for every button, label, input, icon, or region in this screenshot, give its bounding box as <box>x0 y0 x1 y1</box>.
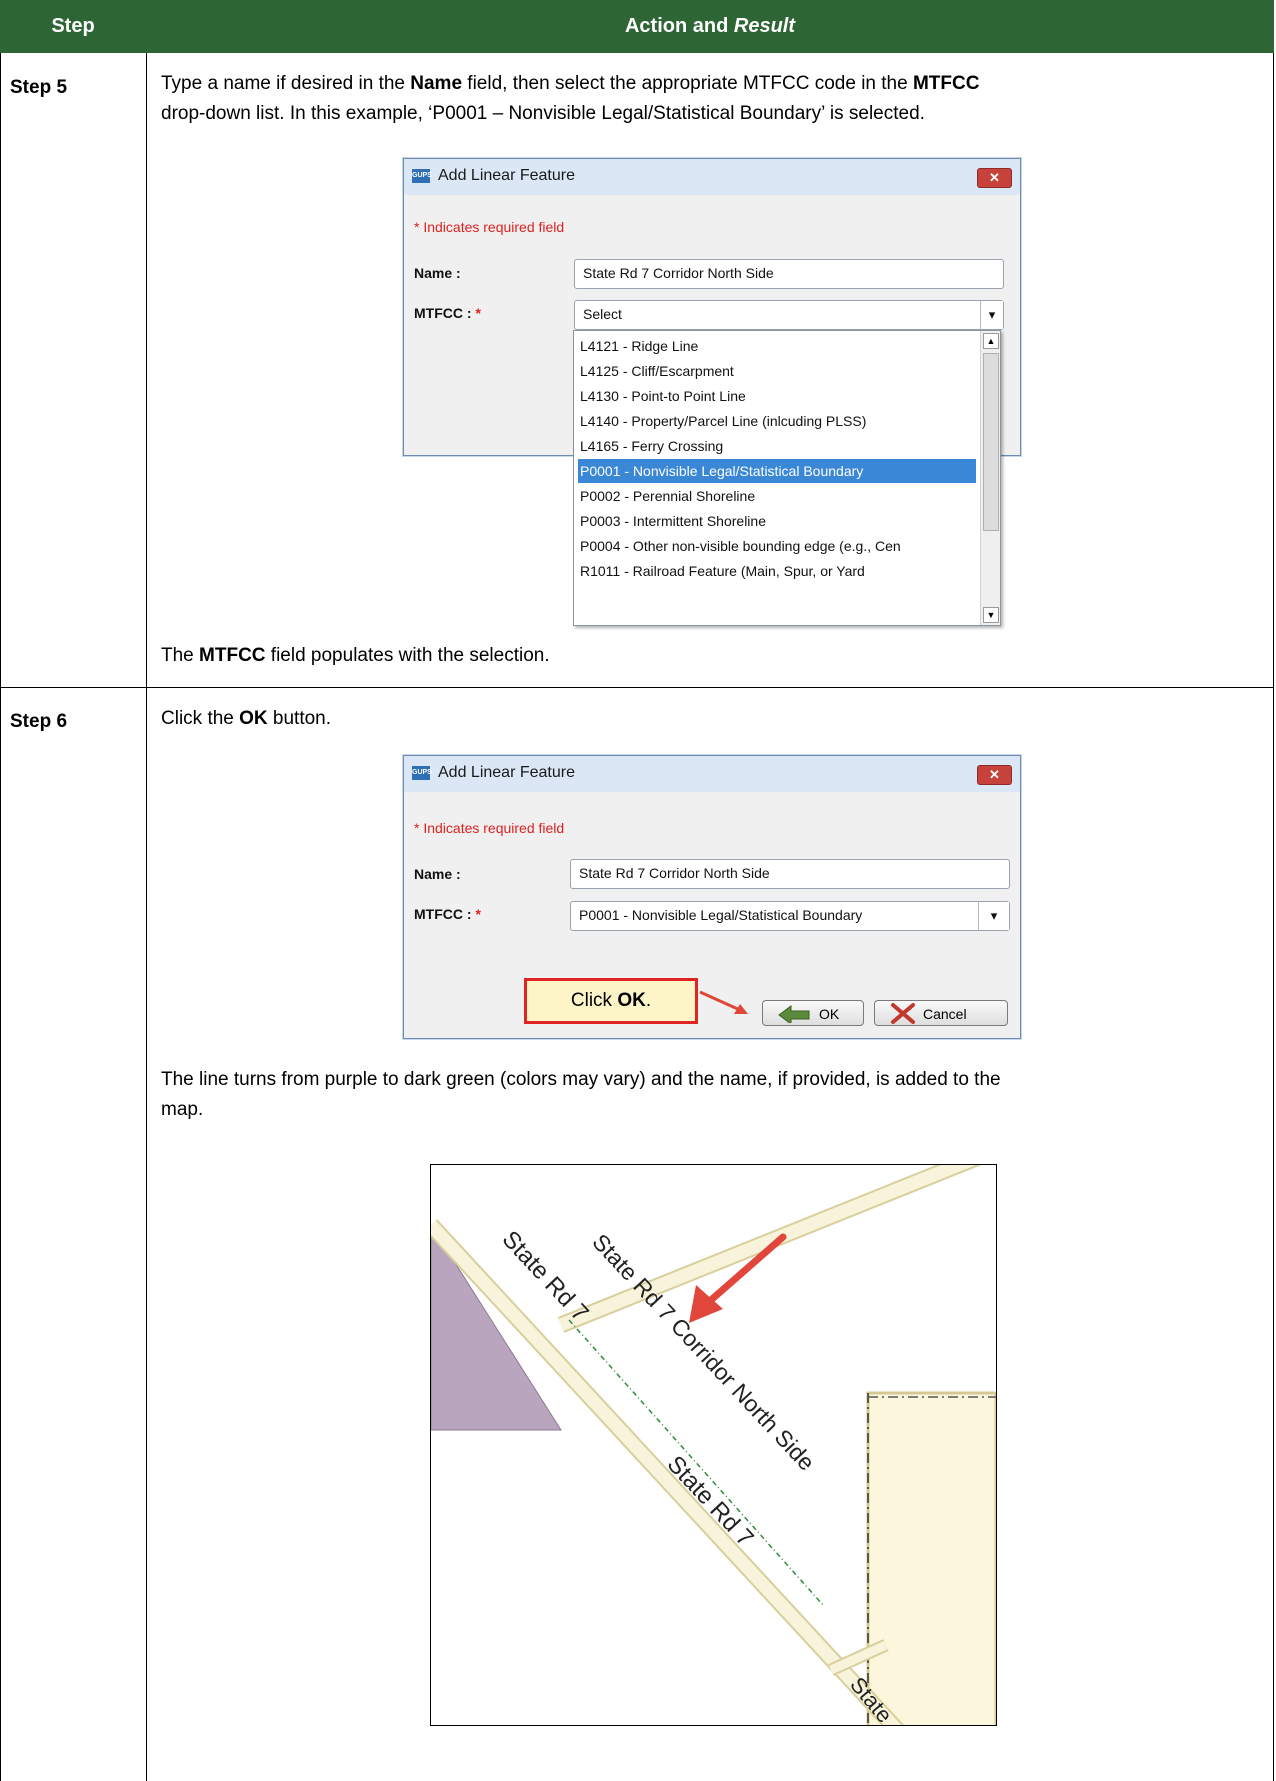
name-field[interactable]: State Rd 7 Corridor North Side <box>570 859 1010 889</box>
name-label: Name : <box>414 265 461 281</box>
column-divider <box>146 53 147 1781</box>
table-border-left <box>0 53 1 1781</box>
map-graphic: State Rd 7 State Rd 7 Corridor North Sid… <box>431 1165 996 1725</box>
step-table: Step Action and Result Step 5 Type a nam… <box>0 0 1274 1781</box>
cancel-x-icon <box>891 1003 915 1024</box>
mtfcc-label: MTFCC : * <box>414 305 481 321</box>
ok-arrow-icon <box>778 1005 810 1023</box>
header-step: Step <box>51 15 95 37</box>
dropdown-option[interactable]: L4165 - Ferry Crossing <box>578 434 976 458</box>
step-5-instructions: Type a name if desired in the Name field… <box>161 73 980 124</box>
dialog-title: Add Linear Feature <box>438 167 575 184</box>
dropdown-option[interactable]: L4140 - Property/Parcel Line (inlcuding … <box>578 409 976 433</box>
callout-arrow <box>699 990 748 1014</box>
add-linear-feature-dialog-2: GUPS Add Linear Feature ✕ * Indicates re… <box>403 755 1021 1039</box>
name-field[interactable]: State Rd 7 Corridor North Side <box>574 259 1004 289</box>
mtfcc-select[interactable]: P0001 - Nonvisible Legal/Statistical Bou… <box>570 901 1010 931</box>
dialog-title: Add Linear Feature <box>438 764 575 781</box>
app-icon: GUPS <box>412 766 432 780</box>
row-divider <box>0 687 1274 688</box>
dialog-title-bar: GUPS Add Linear Feature ✕ <box>404 159 1020 195</box>
scroll-down-icon[interactable]: ▼ <box>983 607 999 623</box>
mtfcc-select[interactable]: Select ▾ <box>574 300 1004 330</box>
dropdown-option[interactable]: P0002 - Perennial Shoreline <box>578 484 976 508</box>
dropdown-option[interactable]: L4121 - Ridge Line <box>578 334 976 358</box>
step-5-label: Step 5 <box>10 77 68 98</box>
close-button[interactable]: ✕ <box>977 168 1012 188</box>
ok-button[interactable]: OK <box>762 1000 864 1026</box>
app-icon: GUPS <box>412 169 432 183</box>
header-action: Action and Result <box>624 15 795 37</box>
chevron-down-icon[interactable]: ▾ <box>980 301 1003 329</box>
dropdown-option[interactable]: L4130 - Point-to Point Line <box>578 384 976 408</box>
dropdown-scrollbar[interactable]: ▲ ▼ <box>980 331 1000 625</box>
click-ok-callout: Click OK. <box>524 978 698 1024</box>
dropdown-option[interactable]: R1011 - Railroad Feature (Main, Spur, or… <box>578 559 976 583</box>
dropdown-option[interactable]: P0004 - Other non-visible bounding edge … <box>578 534 976 558</box>
cancel-button[interactable]: Cancel <box>874 1000 1008 1026</box>
required-note: * Indicates required field <box>414 820 565 836</box>
name-label: Name : <box>414 866 461 882</box>
close-button[interactable]: ✕ <box>977 765 1012 785</box>
scroll-thumb[interactable] <box>983 353 999 531</box>
scroll-up-icon[interactable]: ▲ <box>983 333 999 349</box>
dropdown-option[interactable]: P0003 - Intermittent Shoreline <box>578 509 976 533</box>
dropdown-option[interactable]: L4125 - Cliff/Escarpment <box>578 359 976 383</box>
mtfcc-dropdown-list[interactable]: L4121 - Ridge Line L4125 - Cliff/Escarpme… <box>573 330 1001 626</box>
table-header: Step Action and Result <box>0 0 1274 53</box>
step-6-instructions: Click the OK button. <box>161 708 332 729</box>
required-note: * Indicates required field <box>414 219 565 235</box>
step-5-result: The MTFCC field populates with the selec… <box>161 645 550 666</box>
yellow-parcel <box>866 1391 996 1725</box>
map-image: State Rd 7 State Rd 7 Corridor North Sid… <box>430 1164 997 1726</box>
table-border-right <box>1273 53 1274 1781</box>
step-6-result: The line turns from purple to dark green… <box>161 1069 1001 1120</box>
dialog-title-bar: GUPS Add Linear Feature ✕ <box>404 756 1020 792</box>
step-6-label: Step 6 <box>10 711 68 732</box>
dropdown-option[interactable]: P0001 - Nonvisible Legal/Statistical Bou… <box>578 459 976 483</box>
chevron-down-icon[interactable]: ▾ <box>978 902 1009 930</box>
mtfcc-label: MTFCC : * <box>414 906 481 922</box>
